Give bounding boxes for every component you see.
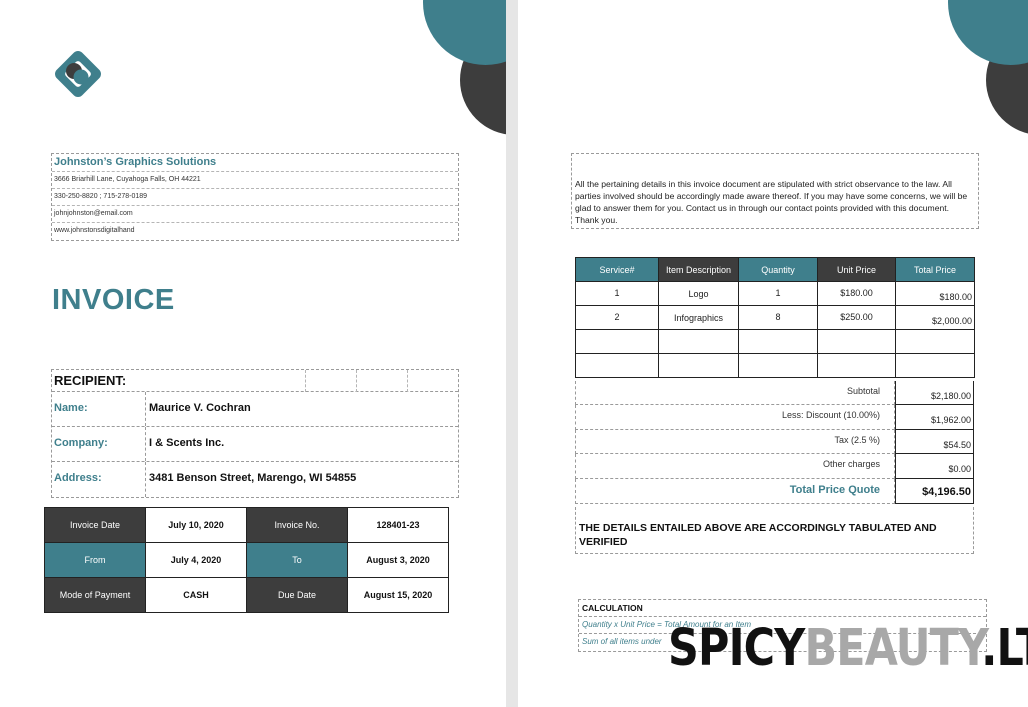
- due-date: August 15, 2020: [347, 577, 449, 613]
- invoice-title: INVOICE: [52, 284, 175, 316]
- item-total: $180.00: [895, 281, 975, 306]
- col-description: Item Description: [658, 257, 739, 282]
- meta-row: Invoice Date July 10, 2020 Invoice No. 1…: [44, 507, 449, 543]
- col-quantity: Quantity: [738, 257, 818, 282]
- item-description: Infographics: [658, 305, 739, 330]
- invoice-date-label: Invoice Date: [44, 507, 146, 543]
- divider: [407, 370, 408, 392]
- total-value: $4,196.50: [895, 478, 974, 504]
- recipient-box: RECIPIENT: Name: Maurice V. Cochran Comp…: [51, 369, 459, 498]
- recipient-address-row: Address: 3481 Benson Street, Marengo, WI…: [52, 462, 458, 497]
- table-row: 1 Logo 1 $180.00 $180.00: [575, 281, 975, 306]
- discount-label: Less: Discount (10.00%): [575, 405, 895, 430]
- decor-circle-teal: [423, 0, 506, 65]
- meta-row: From July 4, 2020 To August 3, 2020: [44, 542, 449, 578]
- watermark-part: BEAUTY: [804, 619, 982, 678]
- watermark-part: SPICY: [668, 619, 805, 678]
- table-row: 2 Infographics 8 $250.00 $2,000.00: [575, 305, 975, 330]
- company-info: Johnston’s Graphics Solutions 3666 Briar…: [51, 153, 459, 241]
- from-date: July 4, 2020: [145, 542, 247, 578]
- recipient-company-label: Company:: [52, 427, 146, 461]
- summary-row: Less: Discount (10.00%) $1,962.00: [575, 405, 974, 430]
- terms-text: All the pertaining details in this invoi…: [571, 153, 979, 229]
- total-label: Total Price Quote: [575, 478, 895, 504]
- company-address: 3666 Briarhill Lane, Cuyahoga Falls, OH …: [52, 172, 458, 189]
- item-quantity: 1: [738, 281, 818, 306]
- invoice-date: July 10, 2020: [145, 507, 247, 543]
- company-logo-icon: [55, 51, 101, 97]
- watermark: SPICYBEAUTY.LT: [668, 616, 1028, 682]
- payment-mode: CASH: [145, 577, 247, 613]
- invoice-page-left: Johnston’s Graphics Solutions 3666 Briar…: [0, 0, 506, 707]
- payment-label: Mode of Payment: [44, 577, 146, 613]
- item-unit-price: $180.00: [817, 281, 896, 306]
- recipient-heading: RECIPIENT:: [54, 373, 127, 388]
- company-name: Johnston’s Graphics Solutions: [52, 154, 458, 172]
- summary-row: Other charges $0.00: [575, 454, 974, 479]
- verified-statement: THE DETAILS ENTAILED ABOVE ARE ACCORDING…: [575, 507, 974, 554]
- recipient-name-row: Name: Maurice V. Cochran: [52, 392, 458, 427]
- item-unit-price: $250.00: [817, 305, 896, 330]
- from-label: From: [44, 542, 146, 578]
- total-row: Total Price Quote $4,196.50: [575, 478, 974, 504]
- discount-value: $1,962.00: [895, 405, 974, 430]
- recipient-name: Maurice V. Cochran: [149, 402, 251, 414]
- recipient-company-row: Company: I & Scents Inc.: [52, 427, 458, 462]
- decor-circle-teal: [948, 0, 1028, 65]
- other-charges-value: $0.00: [895, 454, 974, 479]
- tax-value: $54.50: [895, 429, 974, 455]
- col-service: Service#: [575, 257, 659, 282]
- col-total-price: Total Price: [895, 257, 975, 282]
- invoice-no: 128401-23: [347, 507, 449, 543]
- item-service: 1: [575, 281, 659, 306]
- tax-label: Tax (2.5 %): [575, 429, 895, 455]
- table-row-empty: [575, 353, 975, 378]
- to-date: August 3, 2020: [347, 542, 449, 578]
- item-quantity: 8: [738, 305, 818, 330]
- other-charges-label: Other charges: [575, 454, 895, 479]
- invoice-no-label: Invoice No.: [246, 507, 348, 543]
- table-row-empty: [575, 329, 975, 354]
- recipient-name-label: Name:: [52, 392, 146, 426]
- watermark-part: .LT: [981, 619, 1028, 678]
- summary-section: Subtotal $2,180.00 Less: Discount (10.00…: [575, 381, 974, 504]
- recipient-header: RECIPIENT:: [52, 370, 458, 392]
- item-total: $2,000.00: [895, 305, 975, 330]
- item-service: 2: [575, 305, 659, 330]
- divider: [305, 370, 306, 392]
- item-description: Logo: [658, 281, 739, 306]
- company-email: johnjohnston@email.com: [52, 206, 458, 223]
- to-label: To: [246, 542, 348, 578]
- items-table: Service# Item Description Quantity Unit …: [575, 257, 975, 378]
- company-phone: 330-250-8820 ; 715-278-0189: [52, 189, 458, 206]
- col-unit-price: Unit Price: [817, 257, 896, 282]
- calculation-heading: CALCULATION: [579, 600, 986, 617]
- items-header-row: Service# Item Description Quantity Unit …: [575, 257, 975, 282]
- company-website: www.johnstonsdigitalhand: [54, 227, 135, 234]
- invoice-meta-table: Invoice Date July 10, 2020 Invoice No. 1…: [44, 507, 449, 613]
- subtotal-label: Subtotal: [575, 381, 895, 406]
- recipient-address: 3481 Benson Street, Marengo, WI 54855: [149, 472, 357, 484]
- divider: [356, 370, 357, 392]
- recipient-company: I & Scents Inc.: [149, 437, 225, 449]
- recipient-address-label: Address:: [52, 462, 146, 497]
- summary-row: Tax (2.5 %) $54.50: [575, 429, 974, 455]
- summary-row: Subtotal $2,180.00: [575, 381, 974, 406]
- meta-row: Mode of Payment CASH Due Date August 15,…: [44, 577, 449, 613]
- subtotal-value: $2,180.00: [895, 381, 974, 406]
- due-date-label: Due Date: [246, 577, 348, 613]
